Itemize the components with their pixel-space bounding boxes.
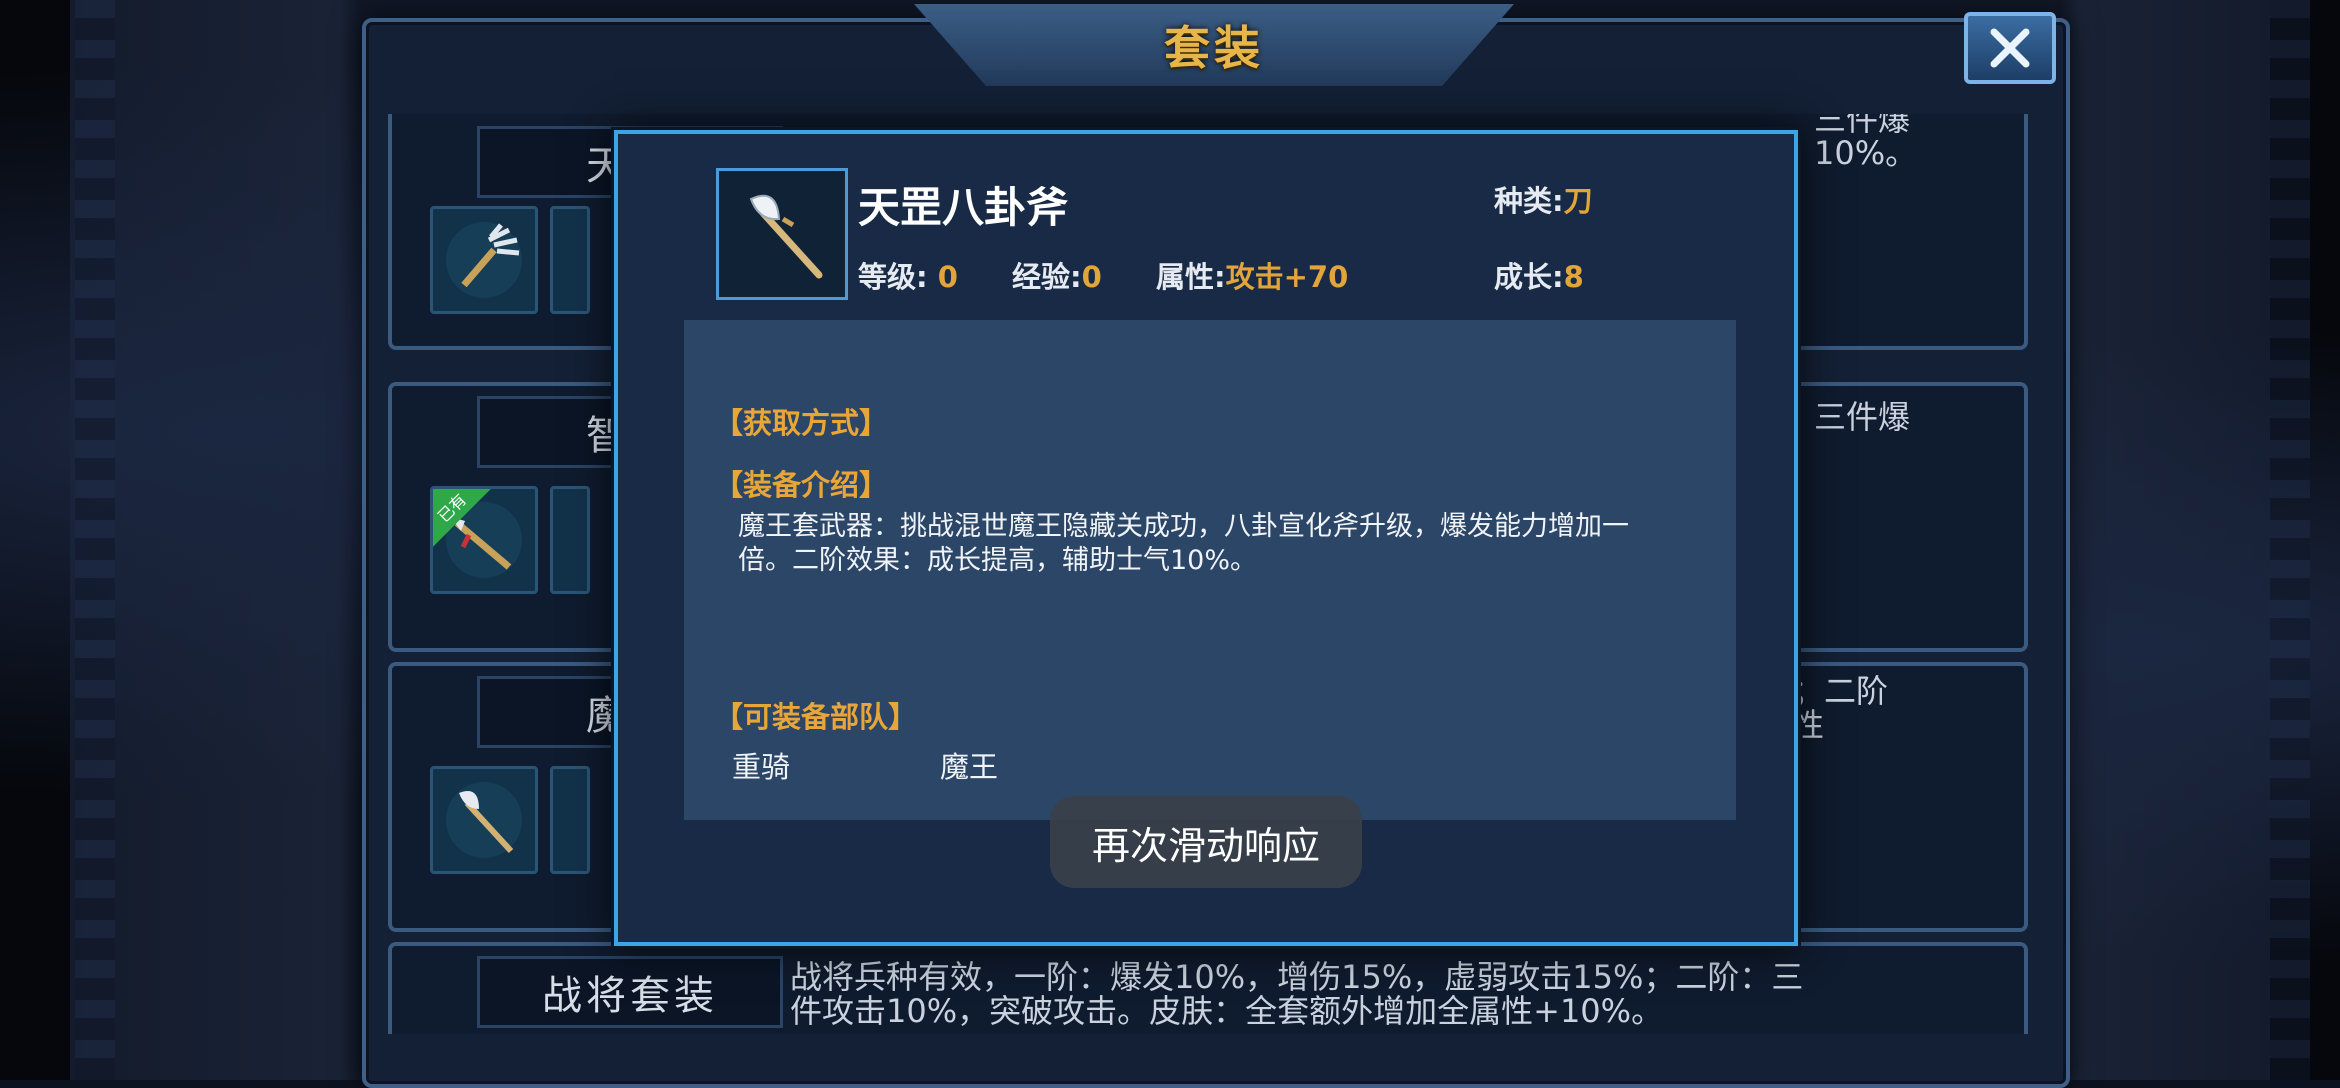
right-ornament (2270, 0, 2310, 1080)
suit-description: 三件爆 10%。 (1814, 114, 1918, 172)
axe-icon (446, 782, 522, 858)
equipment-slot[interactable] (550, 206, 590, 314)
suit-description: 三件爆 (1814, 398, 1911, 436)
item-icon-frame (716, 168, 848, 300)
item-name: 天罡八卦斧 (858, 183, 1069, 232)
toast-message: 再次滑动响应 (1050, 796, 1362, 888)
equipment-slot-owned[interactable]: 已有 (430, 486, 538, 594)
item-exp: 经验:0 (1012, 260, 1102, 294)
troop-demon-king: 魔王 (940, 750, 999, 784)
equipment-slot[interactable] (430, 766, 538, 874)
item-growth: 成长:8 (1494, 260, 1584, 294)
left-ornament (75, 0, 115, 1080)
troops-title: 【可装备部队】 (714, 700, 918, 734)
equipment-slot[interactable] (550, 486, 590, 594)
obtain-title: 【获取方式】 (714, 406, 889, 440)
window-title: 套装 (1164, 21, 1264, 75)
owned-badge: 已有 (433, 489, 491, 547)
equipment-slot[interactable] (550, 766, 590, 874)
intro-text: 魔王套武器：挑战混世魔王隐藏关成功，八卦宣化斧升级，爆发能力增加一倍。二阶效果：… (738, 511, 1629, 576)
close-icon (1990, 28, 2030, 68)
axe-icon (749, 194, 823, 279)
title-plate: 套装 (914, 4, 1514, 86)
suit-card[interactable]: 战将套装 战将兵种有效，一阶：爆发10%，增伤15%，虚弱攻击15%；二阶：三 … (388, 942, 2028, 1034)
item-type: 种类:刀 (1494, 184, 1593, 218)
troop-heavy-cavalry: 重骑 (732, 750, 791, 784)
item-attribute: 属性:攻击+70 (1156, 260, 1349, 294)
suit-description: 战将兵种有效，一阶：爆发10%，增伤15%，虚弱攻击15%；二阶：三 件攻击10… (790, 958, 1804, 1030)
intro-title: 【装备介绍】 (714, 468, 889, 502)
item-info-panel: 【获取方式】 【装备介绍】 魔王套武器：挑战混世魔王隐藏关成功，八卦宣化斧升级，… (684, 320, 1736, 820)
suit-name: 战将套装 (477, 956, 783, 1028)
close-button[interactable] (1964, 12, 2056, 84)
item-level: 等级: 0 (858, 260, 958, 294)
suit-description: ；二阶 性 (1792, 672, 1889, 744)
equipment-slot[interactable] (430, 206, 538, 314)
whip-icon (446, 222, 522, 298)
